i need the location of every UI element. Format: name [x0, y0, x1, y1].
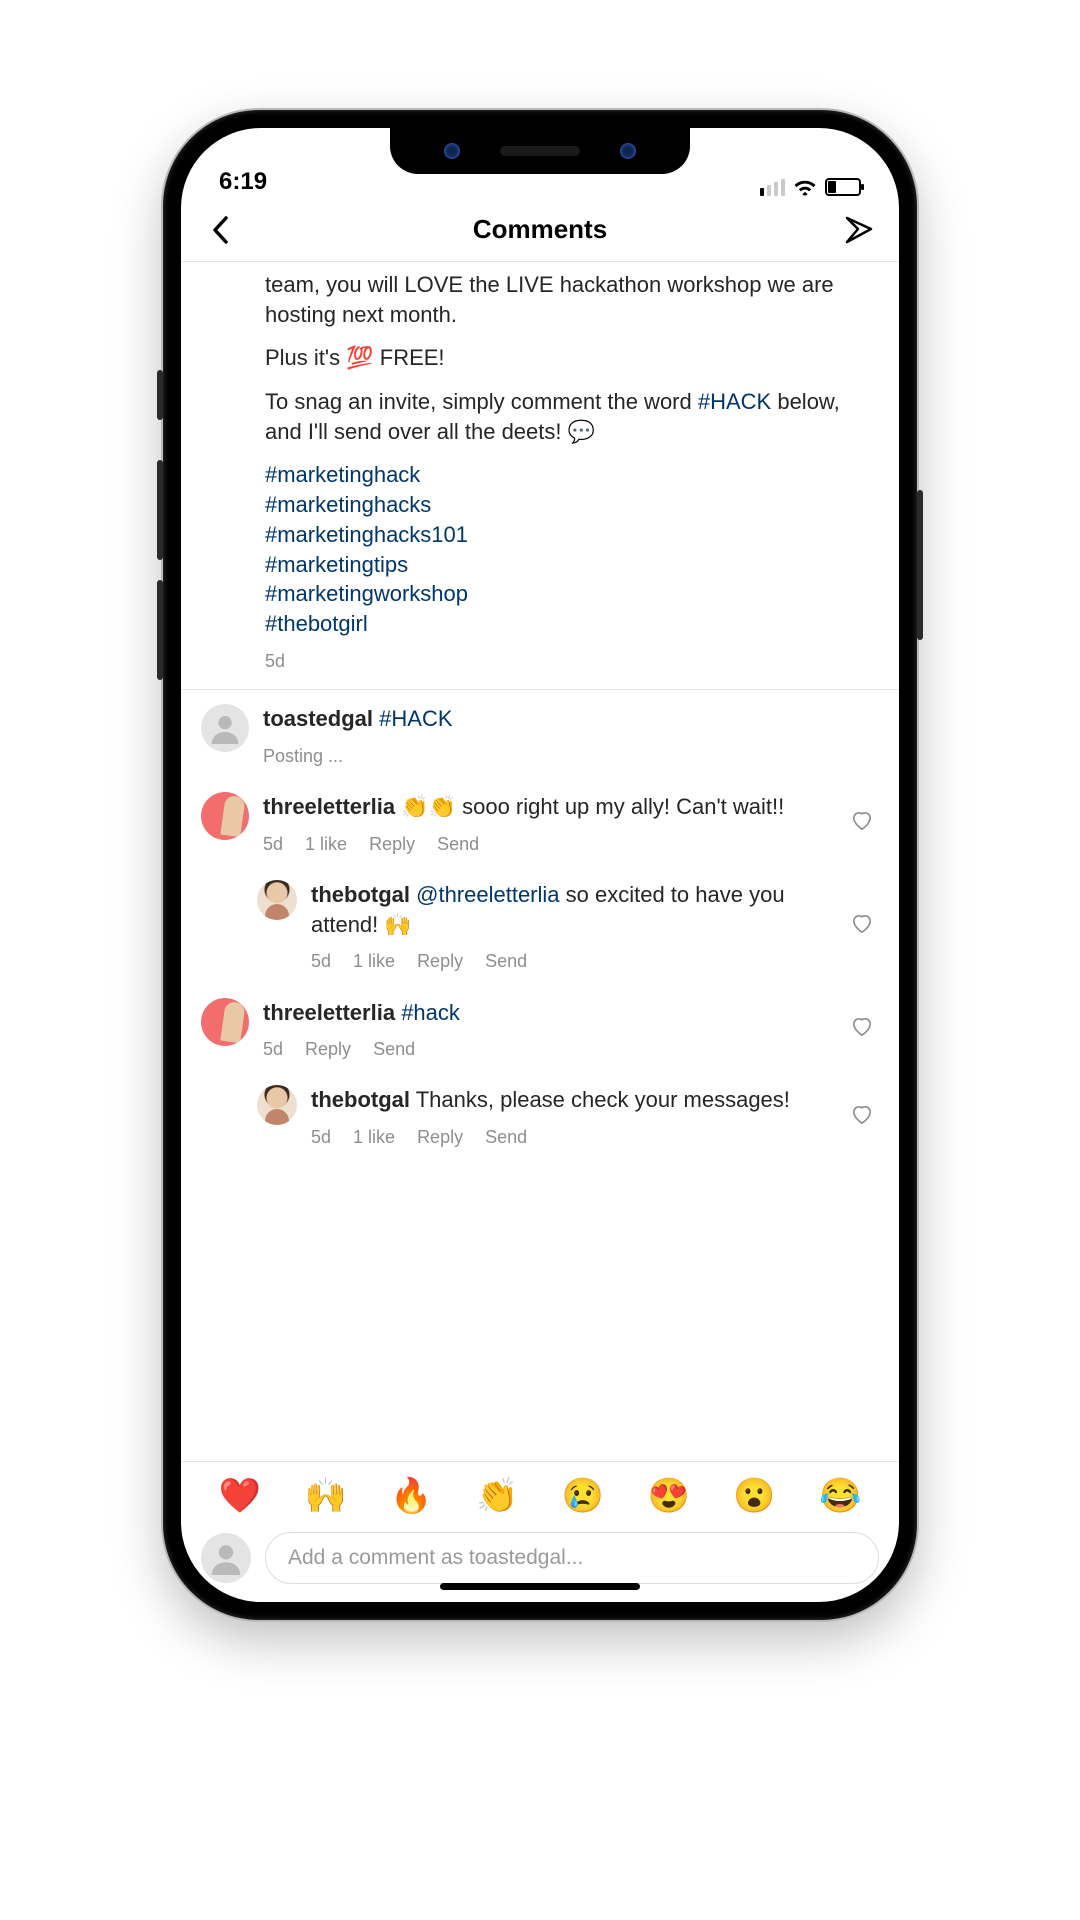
- comment-username[interactable]: thebotgal: [311, 1087, 410, 1112]
- device-notch: [390, 128, 690, 174]
- avatar[interactable]: [201, 998, 249, 1046]
- avatar[interactable]: [201, 792, 249, 840]
- comment-likes[interactable]: 1 like: [305, 832, 347, 856]
- reply-button[interactable]: Reply: [305, 1037, 351, 1061]
- hashtag-link[interactable]: #HACK: [698, 389, 771, 414]
- hashtag-link[interactable]: #marketingworkshop: [265, 579, 875, 609]
- comments-scroll-area[interactable]: team, you will LOVE the LIVE hackathon w…: [181, 262, 899, 1461]
- hashtag-link[interactable]: #hack: [401, 1000, 460, 1025]
- reply-button[interactable]: Reply: [417, 949, 463, 973]
- send-button[interactable]: Send: [485, 1125, 527, 1149]
- page-title: Comments: [473, 214, 607, 245]
- comment-username[interactable]: thebotgal: [311, 882, 410, 907]
- hashtag-list: #marketinghack #marketinghacks #marketin…: [265, 460, 875, 638]
- cellular-signal-icon: [760, 179, 785, 196]
- like-comment-button[interactable]: [851, 1103, 879, 1133]
- like-comment-button[interactable]: [851, 912, 879, 942]
- hashtag-link[interactable]: #HACK: [379, 706, 452, 731]
- comment-row: threeletterlia #hack 5d Reply Send: [181, 984, 899, 1072]
- volume-up-button: [157, 460, 163, 560]
- post-caption: team, you will LOVE the LIVE hackathon w…: [181, 262, 899, 689]
- hashtag-link[interactable]: #marketingtips: [265, 550, 875, 580]
- share-button[interactable]: [839, 210, 879, 250]
- emoji-icon: 👏👏: [401, 794, 456, 819]
- emoji-raisedhands-icon[interactable]: 🙌: [304, 1476, 346, 1516]
- comment-row: toastedgal #HACK Posting ...: [181, 690, 899, 778]
- comment-username[interactable]: toastedgal: [263, 706, 373, 731]
- caption-line: team, you will LOVE the LIVE hackathon w…: [265, 270, 875, 329]
- volume-down-button: [157, 580, 163, 680]
- avatar[interactable]: [201, 704, 249, 752]
- emoji-wow-icon[interactable]: 😮: [733, 1476, 775, 1516]
- hashtag-link[interactable]: #marketinghack: [265, 460, 875, 490]
- emoji-hearteyes-icon[interactable]: 😍: [647, 1476, 689, 1516]
- phone-frame: 6:19 Comments: [163, 110, 917, 1620]
- wifi-icon: [793, 178, 817, 196]
- like-comment-button[interactable]: [851, 809, 879, 839]
- home-indicator[interactable]: [440, 1583, 640, 1590]
- caption-line: To snag an invite, simply comment the wo…: [265, 387, 875, 446]
- emoji-laugh-icon[interactable]: 😂: [819, 1476, 861, 1516]
- comment-timestamp: 5d: [311, 949, 331, 973]
- back-button[interactable]: [201, 210, 241, 250]
- emoji-cry-icon[interactable]: 😢: [562, 1476, 604, 1516]
- send-button[interactable]: Send: [485, 949, 527, 973]
- comment-input-placeholder: Add a comment as toastedgal...: [288, 1546, 583, 1570]
- mute-switch: [157, 370, 163, 420]
- phone-screen: 6:19 Comments: [181, 128, 899, 1602]
- battery-icon: [825, 178, 861, 196]
- comment-input[interactable]: Add a comment as toastedgal...: [265, 1532, 879, 1584]
- reply-row: thebotgal @threeletterlia so excited to …: [181, 866, 899, 984]
- comment-timestamp: 5d: [311, 1125, 331, 1149]
- avatar[interactable]: [257, 880, 297, 920]
- emoji-heart-icon[interactable]: ❤️: [219, 1476, 261, 1516]
- power-button: [917, 490, 923, 640]
- comment-username[interactable]: threeletterlia: [263, 1000, 395, 1025]
- post-timestamp: 5d: [265, 649, 875, 673]
- comment-timestamp: 5d: [263, 832, 283, 856]
- status-time: 6:19: [219, 168, 267, 196]
- hashtag-link[interactable]: #marketinghacks: [265, 490, 875, 520]
- mention-link[interactable]: @threeletterlia: [416, 882, 559, 907]
- comment-text: Thanks, please check your messages!: [410, 1087, 790, 1112]
- avatar[interactable]: [257, 1085, 297, 1125]
- hashtag-link[interactable]: #thebotgirl: [265, 609, 875, 639]
- emoji-quickbar: ❤️ 🙌 🔥 👏 😢 😍 😮 😂: [181, 1461, 899, 1526]
- comment-posting-status: Posting ...: [263, 744, 879, 768]
- comment-text: sooo right up my ally! Can't wait!!: [456, 794, 784, 819]
- reply-button[interactable]: Reply: [369, 832, 415, 856]
- caption-line: Plus it's 💯 FREE!: [265, 343, 875, 373]
- app-header: Comments: [181, 198, 899, 262]
- avatar[interactable]: [201, 1533, 251, 1583]
- hashtag-link[interactable]: #marketinghacks101: [265, 520, 875, 550]
- comment-timestamp: 5d: [263, 1037, 283, 1061]
- send-button[interactable]: Send: [437, 832, 479, 856]
- reply-row: thebotgal Thanks, please check your mess…: [181, 1071, 899, 1159]
- like-comment-button[interactable]: [851, 1015, 879, 1045]
- emoji-clap-icon[interactable]: 👏: [476, 1476, 518, 1516]
- emoji-fire-icon[interactable]: 🔥: [390, 1476, 432, 1516]
- comment-username[interactable]: threeletterlia: [263, 794, 395, 819]
- comment-likes[interactable]: 1 like: [353, 1125, 395, 1149]
- send-button[interactable]: Send: [373, 1037, 415, 1061]
- reply-button[interactable]: Reply: [417, 1125, 463, 1149]
- comment-row: threeletterlia 👏👏 sooo right up my ally!…: [181, 778, 899, 866]
- compose-bar: Add a comment as toastedgal...: [181, 1526, 899, 1602]
- comment-likes[interactable]: 1 like: [353, 949, 395, 973]
